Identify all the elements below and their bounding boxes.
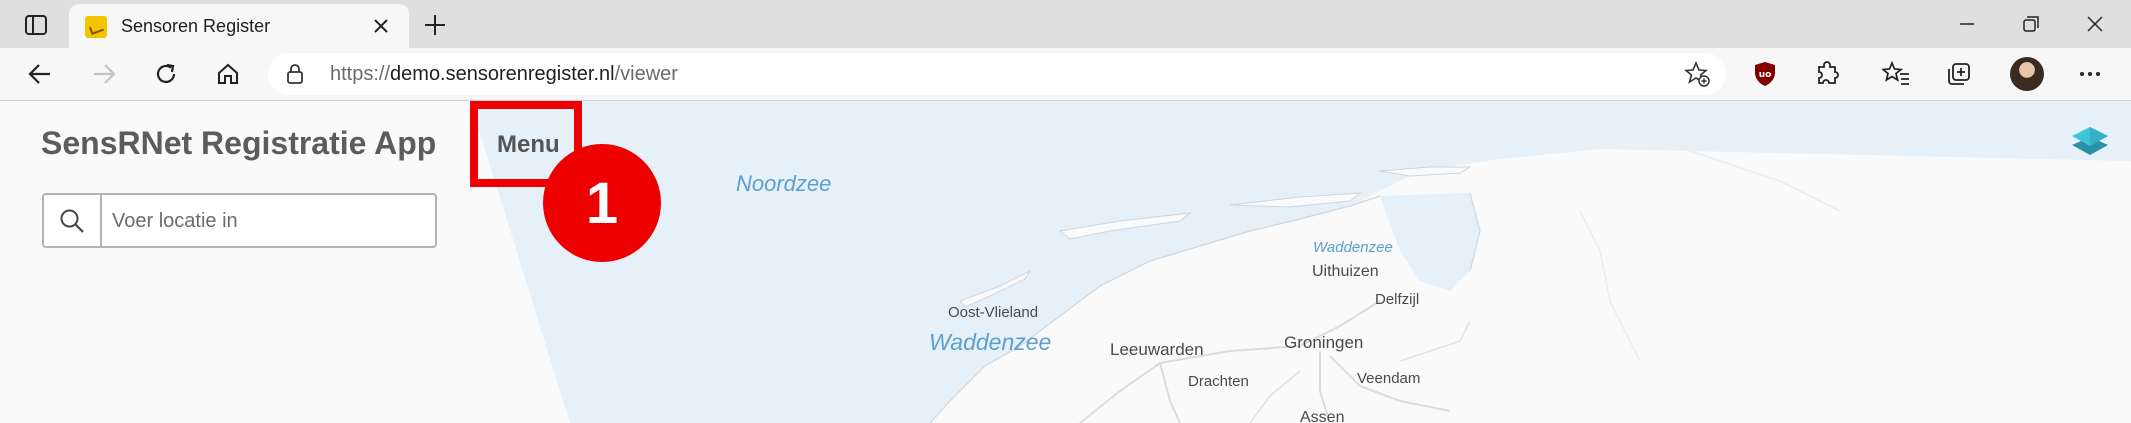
site-favicon-icon bbox=[85, 16, 107, 38]
map-label-drachten: Drachten bbox=[1188, 373, 1249, 390]
app-title: SensRNet Registratie App bbox=[41, 125, 437, 161]
extensions-icon[interactable] bbox=[1808, 54, 1848, 94]
url-path: /viewer bbox=[614, 63, 678, 85]
refresh-icon[interactable] bbox=[146, 54, 186, 94]
url-prefix: https:// bbox=[330, 63, 391, 85]
map-label-waddenzee-small: Waddenzee bbox=[1313, 239, 1393, 256]
forward-arrow-icon[interactable] bbox=[84, 54, 124, 94]
search-icon[interactable] bbox=[44, 195, 102, 246]
browser-tab[interactable]: Sensoren Register bbox=[69, 4, 409, 48]
restore-icon[interactable] bbox=[1998, 4, 2064, 44]
close-tab-icon[interactable] bbox=[367, 12, 395, 40]
home-icon[interactable] bbox=[208, 54, 248, 94]
map-label-veendam: Veendam bbox=[1357, 370, 1421, 387]
app-page: Noordzee Waddenzee Uithuizen Delfzijl Oo… bbox=[0, 101, 2131, 423]
address-bar[interactable]: https://demo.sensorenregister.nl/viewer bbox=[268, 53, 1726, 95]
lock-icon[interactable] bbox=[286, 64, 304, 89]
tab-title: Sensoren Register bbox=[121, 16, 271, 36]
tab-actions-icon[interactable] bbox=[18, 10, 54, 40]
map-label-leeuwarden: Leeuwarden bbox=[1110, 340, 1204, 359]
minimize-icon[interactable] bbox=[1934, 4, 2000, 44]
browser-toolbar: https://demo.sensorenregister.nl/viewer … bbox=[0, 48, 2131, 101]
add-favorite-icon[interactable] bbox=[1683, 60, 1710, 92]
new-tab-button[interactable] bbox=[418, 8, 452, 42]
address-url[interactable]: https://demo.sensorenregister.nl/viewer bbox=[330, 63, 678, 86]
map-label-uithuizen: Uithuizen bbox=[1312, 263, 1379, 280]
map-label-groningen: Groningen bbox=[1284, 333, 1364, 352]
map-label-waddenzee: Waddenzee bbox=[929, 329, 1052, 355]
tab-bar: Sensoren Register bbox=[0, 0, 2131, 48]
map-label-delfzijl: Delfzijl bbox=[1375, 291, 1420, 308]
back-arrow-icon[interactable] bbox=[20, 54, 60, 94]
favorites-icon[interactable] bbox=[1876, 54, 1916, 94]
map-label-assen: Assen bbox=[1300, 409, 1345, 423]
layers-icon[interactable] bbox=[2068, 121, 2112, 161]
url-domain: demo.sensorenregister.nl bbox=[390, 63, 615, 85]
annotation-badge: 1 bbox=[543, 144, 661, 262]
map-label-oost-vlieland: Oost-Vlieland bbox=[948, 304, 1039, 321]
more-icon[interactable] bbox=[2070, 54, 2110, 94]
svg-text:uo: uo bbox=[1759, 70, 1772, 80]
map-label-noordzee: Noordzee bbox=[736, 171, 832, 196]
ublock-icon[interactable]: uo bbox=[1745, 54, 1785, 94]
profile-avatar[interactable] bbox=[2010, 57, 2044, 91]
location-search-input[interactable] bbox=[110, 203, 424, 239]
collections-icon[interactable] bbox=[1939, 54, 1979, 94]
close-window-icon[interactable] bbox=[2062, 4, 2128, 44]
location-search bbox=[42, 193, 437, 248]
